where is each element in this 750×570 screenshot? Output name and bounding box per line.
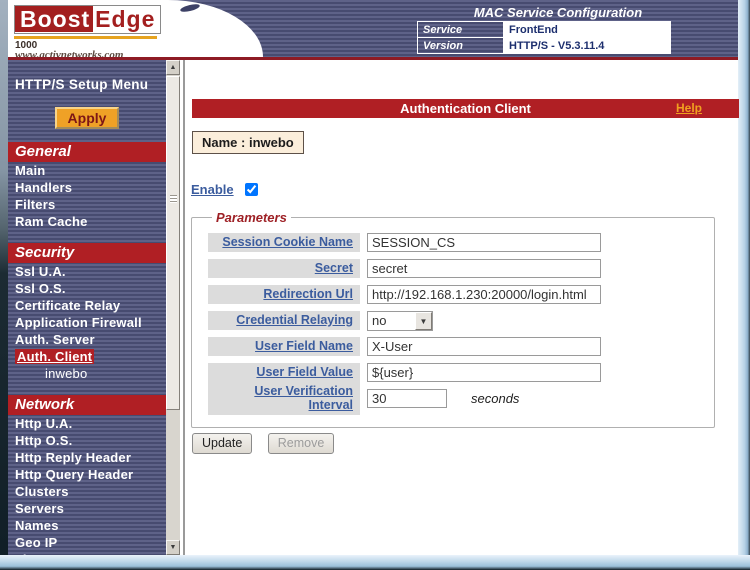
sidebar-item-servers[interactable]: Servers bbox=[8, 500, 166, 517]
header-band: BoostEdge 1000 www.activnetworks.com MAC… bbox=[8, 0, 738, 57]
sidebar-item-ssl-ua[interactable]: Ssl U.A. bbox=[8, 263, 166, 280]
window-frame-bottom bbox=[0, 555, 750, 570]
user-field-name-input[interactable] bbox=[367, 337, 601, 356]
sidebar-item-inwebo[interactable]: inwebo bbox=[8, 365, 166, 382]
session-cookie-name-input[interactable] bbox=[367, 233, 601, 252]
help-link[interactable]: Help bbox=[676, 99, 702, 118]
main-content: Authentication Client Help Name : inwebo… bbox=[183, 60, 738, 555]
param-row-credential-relaying: Credential Relaying no ▼ bbox=[208, 311, 714, 330]
sidebar-section-network: Network bbox=[8, 395, 166, 415]
credential-relaying-select[interactable]: no ▼ bbox=[367, 311, 433, 331]
param-row-redirection-url: Redirection Url bbox=[208, 285, 714, 304]
sidebar-item-ssl-os[interactable]: Ssl O.S. bbox=[8, 280, 166, 297]
boostedge-logo: BoostEdge bbox=[14, 5, 161, 34]
enable-checkbox[interactable] bbox=[245, 183, 258, 196]
user-verification-interval-input[interactable] bbox=[367, 389, 447, 408]
logo-edge-text: Edge bbox=[93, 6, 160, 32]
sidebar-item-http-reply-header[interactable]: Http Reply Header bbox=[8, 449, 166, 466]
user-field-value-input[interactable] bbox=[367, 363, 601, 382]
remove-button[interactable]: Remove bbox=[268, 433, 335, 454]
sidebar-section-general: General bbox=[8, 142, 166, 162]
logo-website: www.activnetworks.com bbox=[15, 49, 123, 57]
logo-boost-text: Boost bbox=[15, 6, 93, 32]
sidebar-item-names[interactable]: Names bbox=[8, 517, 166, 534]
sidebar-item-handlers[interactable]: Handlers bbox=[8, 179, 166, 196]
version-label: Version bbox=[418, 38, 504, 54]
param-row-user-verification-interval: User Verification Interval seconds bbox=[208, 389, 714, 408]
scrollbar-grip-icon bbox=[170, 195, 177, 203]
sidebar-item-auth-client[interactable]: Auth. Client bbox=[8, 348, 166, 365]
page-title-bar: Authentication Client Help bbox=[192, 99, 739, 118]
session-cookie-name-link[interactable]: Session Cookie Name bbox=[222, 235, 353, 249]
param-row-user-field-name: User Field Name bbox=[208, 337, 714, 356]
name-badge: Name : inwebo bbox=[192, 131, 304, 154]
secret-input[interactable] bbox=[367, 259, 601, 278]
scroll-down-icon[interactable]: ▼ bbox=[166, 540, 180, 555]
service-label: Service bbox=[418, 22, 504, 38]
window-frame-left bbox=[0, 0, 8, 570]
sidebar-item-main[interactable]: Main bbox=[8, 162, 166, 179]
logo-area: BoostEdge 1000 www.activnetworks.com bbox=[8, 0, 263, 57]
param-row-secret: Secret bbox=[208, 259, 714, 278]
sidebar-item-geo-ip[interactable]: Geo IP bbox=[8, 534, 166, 551]
param-row-user-field-value: User Field Value bbox=[208, 363, 714, 382]
user-field-value-link[interactable]: User Field Value bbox=[256, 365, 353, 379]
form-buttons: Update Remove bbox=[192, 433, 334, 454]
secret-link[interactable]: Secret bbox=[315, 261, 353, 275]
sidebar-item-time[interactable]: Time bbox=[8, 551, 166, 555]
update-button[interactable]: Update bbox=[192, 433, 252, 454]
parameters-fieldset: Parameters Session Cookie Name Secret Re… bbox=[191, 210, 715, 428]
credential-relaying-value: no bbox=[368, 312, 415, 330]
page-title: Authentication Client bbox=[192, 99, 739, 118]
sidebar-item-filters[interactable]: Filters bbox=[8, 196, 166, 213]
header-title: MAC Service Configuration bbox=[408, 5, 708, 20]
sidebar-item-http-query-header[interactable]: Http Query Header bbox=[8, 466, 166, 483]
user-field-name-link[interactable]: User Field Name bbox=[255, 339, 353, 353]
sidebar-title: HTTP/S Setup Menu bbox=[8, 60, 166, 92]
param-row-session-cookie-name: Session Cookie Name bbox=[208, 233, 714, 252]
window-frame-right bbox=[738, 0, 750, 556]
sidebar-section-security: Security bbox=[8, 243, 166, 263]
apply-button[interactable]: Apply bbox=[55, 107, 120, 129]
seconds-note: seconds bbox=[471, 391, 519, 406]
service-value: FrontEnd bbox=[504, 22, 671, 38]
redirection-url-input[interactable] bbox=[367, 285, 601, 304]
sidebar-item-certificate-relay[interactable]: Certificate Relay bbox=[8, 297, 166, 314]
sidebar-item-application-firewall[interactable]: Application Firewall bbox=[8, 314, 166, 331]
user-verification-interval-link[interactable]: User Verification Interval bbox=[254, 384, 353, 412]
top-header: BoostEdge 1000 www.activnetworks.com MAC… bbox=[8, 0, 738, 60]
enable-row: Enable bbox=[191, 182, 258, 197]
sidebar-item-clusters[interactable]: Clusters bbox=[8, 483, 166, 500]
sidebar-scrollbar[interactable]: ▲ ▼ bbox=[166, 60, 180, 555]
service-info-table: Service FrontEnd Version HTTP/S - V5.3.1… bbox=[417, 21, 671, 54]
version-value: HTTP/S - V5.3.11.4 bbox=[504, 38, 671, 54]
scrollbar-thumb[interactable] bbox=[166, 76, 180, 410]
sidebar-item-http-os[interactable]: Http O.S. bbox=[8, 432, 166, 449]
sidebar-item-http-ua[interactable]: Http U.A. bbox=[8, 415, 166, 432]
sidebar-item-ram-cache[interactable]: Ram Cache bbox=[8, 213, 166, 230]
sidebar: HTTP/S Setup Menu Apply General Main Han… bbox=[8, 60, 166, 555]
enable-link[interactable]: Enable bbox=[191, 182, 234, 197]
sidebar-item-auth-server[interactable]: Auth. Server bbox=[8, 331, 166, 348]
dropdown-arrow-icon[interactable]: ▼ bbox=[415, 312, 432, 330]
logo-underline bbox=[14, 36, 157, 39]
scroll-up-icon[interactable]: ▲ bbox=[166, 60, 180, 75]
credential-relaying-link[interactable]: Credential Relaying bbox=[236, 313, 353, 327]
redirection-url-link[interactable]: Redirection Url bbox=[263, 287, 353, 301]
parameters-legend: Parameters bbox=[212, 210, 291, 225]
